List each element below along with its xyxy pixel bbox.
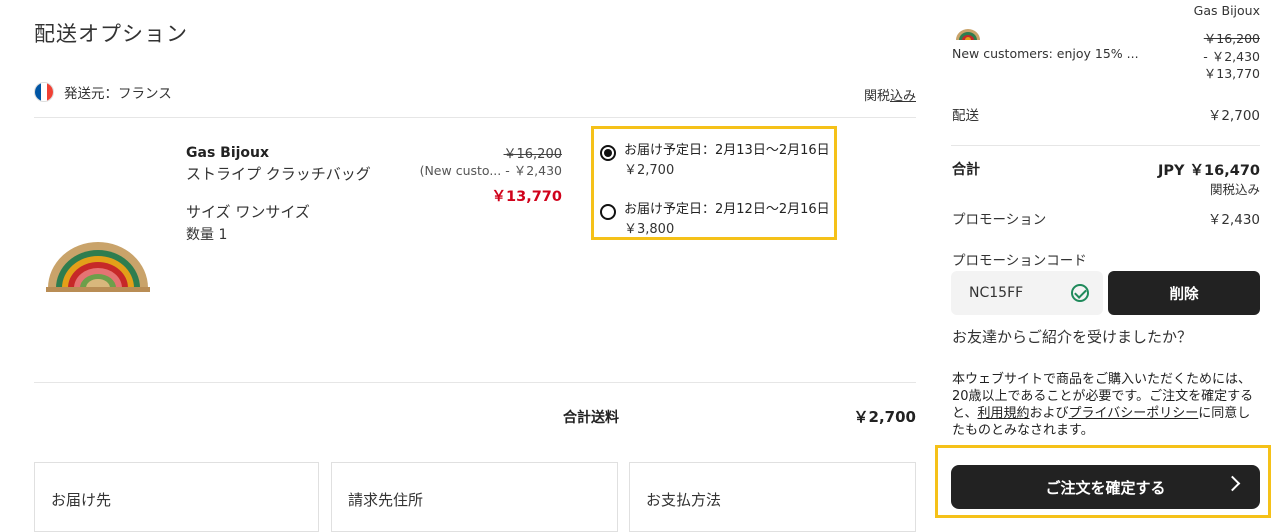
price-promo: (New custo... - ￥2,430 [419,163,562,178]
product-size: サイズ ワンサイズ [186,203,310,221]
promo-code-value: NC15FF [969,285,1024,301]
summary-total-label: 合計 [952,162,980,178]
radio-unselected-icon[interactable] [600,204,616,220]
legal-text: 本ウェブサイトで商品をご購入いただくためには、20歳以上であることが必要です。ご… [952,372,1254,438]
summary-brand: Gas Bijoux [1193,3,1260,18]
confirm-order-button[interactable]: ご注文を確定する [951,465,1260,509]
divider [34,382,916,383]
delete-promo-button[interactable]: 削除 [1108,271,1260,315]
radio-selected-icon[interactable] [600,145,616,161]
page-title: 配送オプション [34,22,188,46]
terms-link[interactable]: 利用規約 [977,406,1029,421]
delivery-option-1[interactable]: お届け予定日：2月13日～2月16日 ￥2,700 [600,142,830,178]
divider [34,117,916,118]
delivery-option-1-price: ￥2,700 [624,163,675,178]
summary-promotion-value: ￥2,430 [1207,212,1260,228]
summary-total-value: JPY ￥16,470 [1157,163,1260,179]
france-flag-icon [34,82,54,102]
confirm-order-label: ご注文を確定する [1045,478,1166,497]
product-name: ストライプ クラッチバッグ [186,165,371,183]
total-shipping-value: ￥2,700 [853,408,916,426]
summary-price-final: ￥13,770 [1203,66,1260,81]
delivery-option-2-label: お届け予定日：2月12日～2月16日 [624,202,830,217]
billing-address-label: 請求先住所 [348,491,424,509]
tax-info-link[interactable]: 込み [890,89,916,104]
tax-included-label: 関税込み [863,89,916,104]
summary-price-original: ￥16,200 [1203,31,1260,46]
summary-shipping-label: 配送 [952,108,979,124]
shipping-address-label: お届け先 [51,491,112,509]
promo-code-field[interactable]: NC15FF [951,271,1103,315]
ship-from: 発送元：フランス [34,82,172,102]
delivery-option-2[interactable]: お届け予定日：2月12日～2月16日 ￥3,800 [600,201,830,237]
summary-shipping-value: ￥2,700 [1207,108,1260,124]
payment-method-card[interactable]: お支払方法 [629,462,916,532]
ship-from-label: 発送元：フランス [64,86,172,102]
privacy-policy-link[interactable]: プライバシーポリシー [1069,406,1199,421]
summary-promo-text: New customers: enjoy 15% ... [952,46,1139,61]
referral-link[interactable]: お友達からご紹介を受けましたか？ [952,326,1192,347]
chevron-right-icon [1224,475,1241,492]
product-image [46,242,150,292]
delivery-option-2-price: ￥3,800 [624,222,675,237]
payment-method-label: お支払方法 [646,491,722,509]
shipping-address-card[interactable]: お届け先 [34,462,319,532]
divider [951,145,1260,146]
delivery-option-1-label: お届け予定日：2月13日～2月16日 [624,143,830,158]
summary-product-thumbnail [956,29,980,40]
price-final: ￥13,770 [491,189,562,205]
summary-tax-label: 関税込み [1209,182,1260,197]
product-quantity: 数量 1 [186,227,228,243]
delivery-options-highlight: お届け予定日：2月13日～2月16日 ￥2,700 お届け予定日：2月12日～2… [591,126,837,240]
promo-code-label: プロモーションコード [952,253,1087,269]
summary-promotion-label: プロモーション [952,212,1047,228]
billing-address-card[interactable]: 請求先住所 [331,462,618,532]
check-circle-icon [1071,284,1089,302]
total-shipping-label: 合計送料 [563,410,619,426]
product-brand: Gas Bijoux [186,145,270,161]
